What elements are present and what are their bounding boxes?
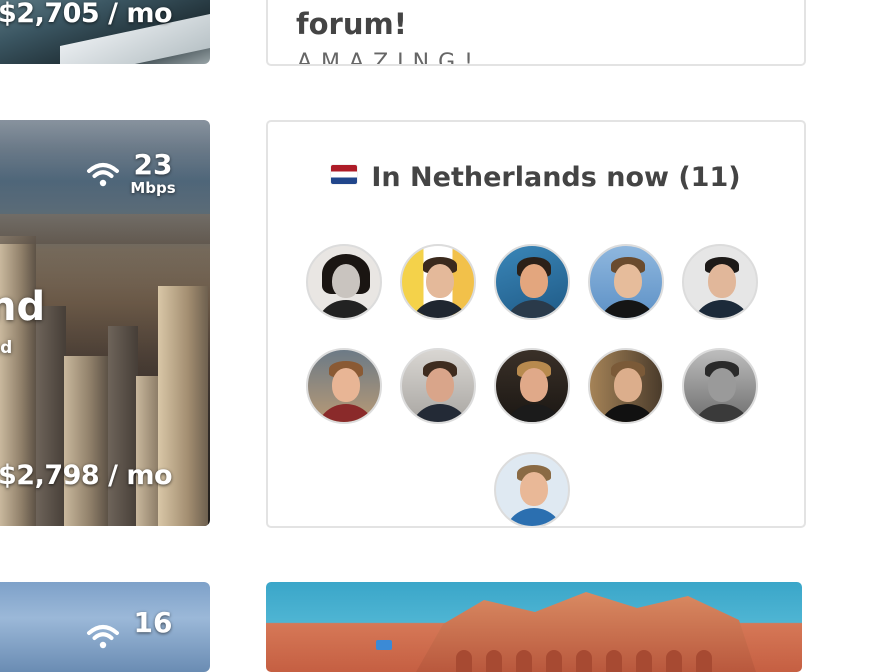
- people-here-heading: In Netherlands now (11): [268, 162, 804, 193]
- city-name: nd: [0, 284, 46, 330]
- people-here-title: In Netherlands now (11): [371, 162, 741, 193]
- country-name: nd: [0, 338, 13, 358]
- badge-image: [376, 640, 392, 650]
- city-price: $2,798 / mo: [0, 460, 173, 491]
- forum-panel[interactable]: forum! AMAZING!: [266, 0, 806, 66]
- avatar[interactable]: [306, 244, 382, 320]
- building-image: [108, 326, 138, 526]
- internet-speed-value: 23: [133, 148, 173, 181]
- flag-netherlands-icon: [331, 165, 358, 184]
- building-image: [36, 306, 66, 526]
- city-card-top[interactable]: $2,705 / mo: [0, 0, 210, 64]
- wifi-icon: [87, 625, 119, 649]
- avatar[interactable]: [400, 348, 476, 424]
- avatar[interactable]: [400, 244, 476, 320]
- avatar[interactable]: [588, 244, 664, 320]
- forum-subtitle: AMAZING!: [297, 50, 482, 66]
- avatar[interactable]: [682, 348, 758, 424]
- forum-title: forum!: [296, 7, 407, 41]
- avatar[interactable]: [682, 244, 758, 320]
- avatar[interactable]: [588, 348, 664, 424]
- city-card-bottom[interactable]: 16: [0, 582, 210, 672]
- harbor-image: [0, 214, 210, 244]
- city-card-netherlands[interactable]: 23 Mbps nd nd $2,798 / mo: [0, 120, 210, 526]
- internet-speed: 23 Mbps: [126, 148, 180, 197]
- internet-speed: 16: [126, 608, 180, 638]
- city-price: $2,705 / mo: [0, 0, 173, 29]
- avatar[interactable]: [494, 348, 570, 424]
- internet-speed-value: 16: [133, 606, 173, 639]
- travel-photo-card[interactable]: [266, 582, 802, 672]
- avatar[interactable]: [494, 244, 570, 320]
- wifi-icon: [87, 163, 119, 187]
- building-image: [64, 356, 108, 526]
- avatar[interactable]: [306, 348, 382, 424]
- internet-speed-unit: Mbps: [130, 179, 176, 197]
- avatar[interactable]: [494, 452, 570, 526]
- people-here-panel: In Netherlands now (11): [266, 120, 806, 528]
